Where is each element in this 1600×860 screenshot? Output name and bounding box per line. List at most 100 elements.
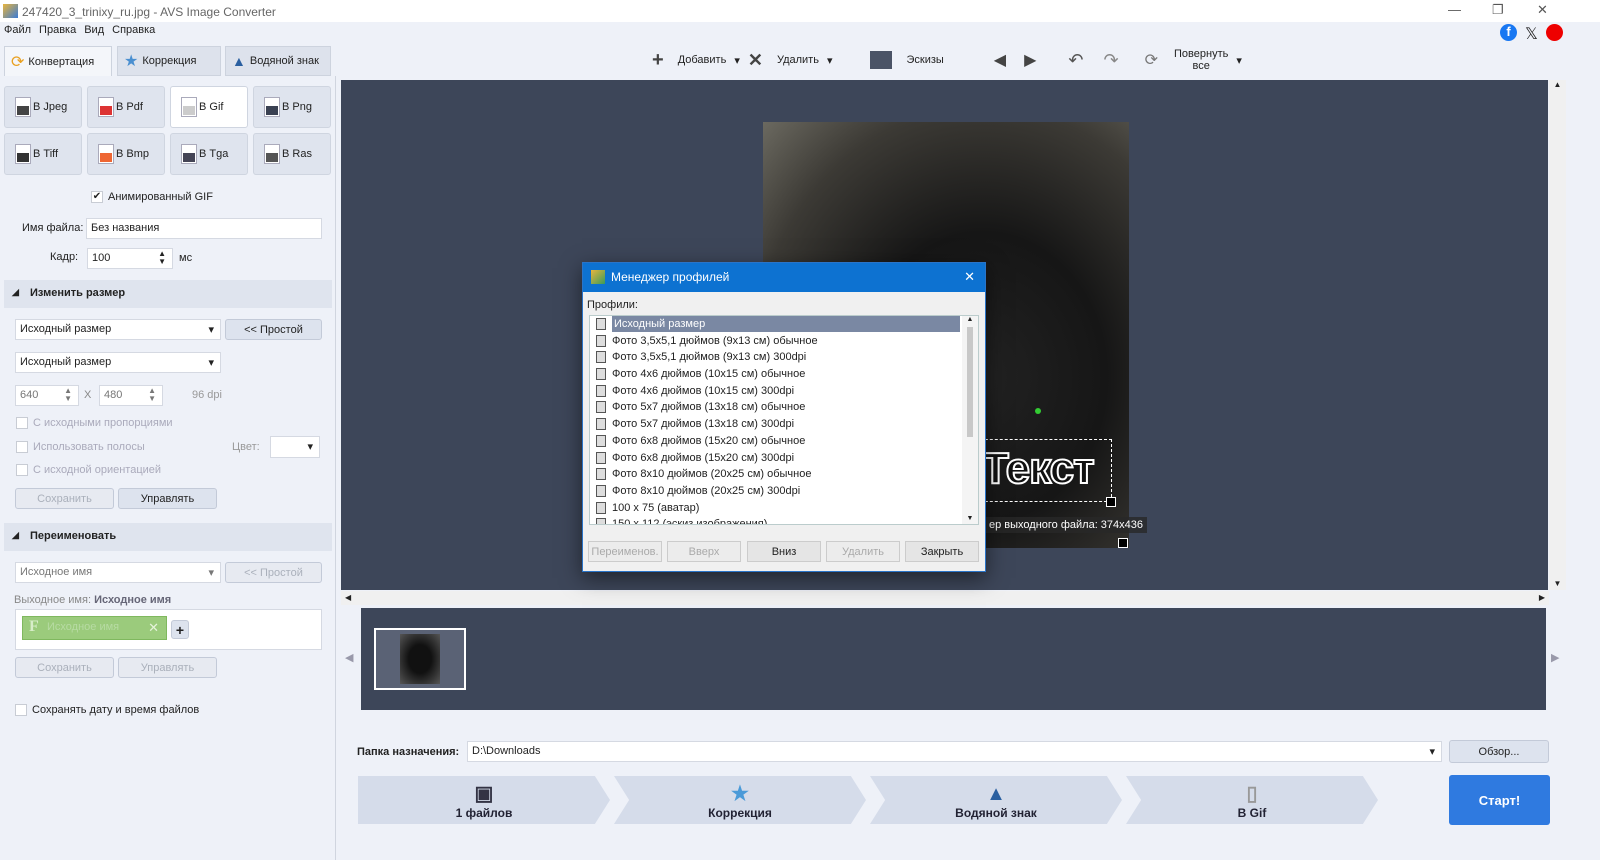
rotate-left-icon[interactable]: ↶ <box>1068 50 1083 71</box>
format-button[interactable]: В Tga <box>170 133 248 175</box>
filmstrip-right-arrow[interactable]: ▶ <box>1551 651 1559 664</box>
delete-icon[interactable]: ✕ <box>748 50 763 71</box>
list-item[interactable]: Фото 5x7 дюймов (13x18 см) обычное <box>590 399 978 416</box>
workflow-step[interactable]: ▲ Водяной знак <box>870 776 1122 824</box>
list-item[interactable]: Фото 6x8 дюймов (15x20 см) обычное <box>590 433 978 450</box>
add-token-button[interactable]: + <box>171 620 189 639</box>
dialog-button[interactable]: Вниз <box>747 541 821 562</box>
rename-manage-button[interactable]: Управлять <box>118 657 217 678</box>
resize-handle[interactable] <box>1106 497 1116 507</box>
list-item[interactable]: Фото 5x7 дюймов (13x18 см) 300dpi <box>590 416 978 433</box>
list-item[interactable]: Фото 4x6 дюймов (10x15 см) обычное <box>590 366 978 383</box>
width-input[interactable]: 640 ▲ ▼ <box>15 385 79 406</box>
rotate-right-icon[interactable]: ↷ <box>1104 50 1119 71</box>
format-button[interactable]: В Pdf <box>87 86 165 128</box>
rotate-all-icon[interactable]: ⟳ <box>1145 50 1158 70</box>
keep-proportions-checkbox[interactable] <box>16 417 28 429</box>
spinner-icon[interactable]: ▲ ▼ <box>148 387 156 403</box>
spinner-icon[interactable]: ▲ ▼ <box>158 250 166 266</box>
spinner-icon[interactable]: ▲ ▼ <box>64 387 72 403</box>
list-item[interactable]: Фото 4x6 дюймов (10x15 см) 300dpi <box>590 383 978 400</box>
list-item[interactable]: Фото 3,5x5,1 дюймов (9x13 см) обычное <box>590 333 978 350</box>
format-button[interactable]: В Gif <box>170 86 248 128</box>
rotate-all-button[interactable]: Повернуть все <box>1174 48 1228 72</box>
minimize-button[interactable]: — <box>1448 2 1461 17</box>
workflow-step[interactable]: ★ Коррекция <box>614 776 866 824</box>
height-input[interactable]: 480 ▲ ▼ <box>99 385 163 406</box>
tab-watermark[interactable]: ▲ Водяной знак <box>225 46 331 76</box>
menu-view[interactable]: Вид <box>84 24 104 36</box>
browse-button[interactable]: Обзор... <box>1449 740 1549 763</box>
horizontal-scrollbar[interactable]: ◀ ▶ <box>341 591 1549 605</box>
resize-simple-button[interactable]: << Простой <box>225 319 322 340</box>
use-bands-checkbox[interactable] <box>16 441 28 453</box>
format-button[interactable]: В Png <box>253 86 331 128</box>
format-button[interactable]: В Tiff <box>4 133 82 175</box>
list-item[interactable]: 100 x 75 (аватар) <box>590 500 978 517</box>
close-window-button[interactable]: ✕ <box>1537 2 1548 18</box>
format-button[interactable]: В Jpeg <box>4 86 82 128</box>
start-button[interactable]: Старт! <box>1449 775 1550 825</box>
rename-preset-select[interactable]: Исходное имя <box>15 562 221 583</box>
resize-section-header[interactable]: Изменить размер <box>4 280 332 308</box>
vertical-scrollbar[interactable]: ▲ ▼ <box>1549 80 1566 590</box>
frame-input[interactable]: 100 ▲ ▼ <box>87 248 173 269</box>
remove-token-icon[interactable]: ✕ <box>148 620 159 636</box>
x-icon[interactable]: 𝕏 <box>1523 24 1540 43</box>
chevron-down-icon[interactable]: ▾ <box>827 54 833 67</box>
format-button[interactable]: В Ras <box>253 133 331 175</box>
thumbnail[interactable] <box>374 628 466 690</box>
filmstrip-left-arrow[interactable]: ◀ <box>345 651 353 664</box>
workflow-step[interactable]: ▯ В Gif <box>1126 776 1378 824</box>
next-icon[interactable]: ▶ <box>1024 50 1036 70</box>
chevron-down-icon[interactable]: ▾ <box>734 54 740 67</box>
dialog-icon <box>591 270 605 284</box>
resize-handle[interactable] <box>1118 538 1128 548</box>
list-item[interactable]: Фото 3,5x5,1 дюймов (9x13 см) 300dpi <box>590 349 978 366</box>
thumbnails-icon[interactable] <box>870 51 893 69</box>
add-button[interactable]: Добавить <box>678 54 727 66</box>
dpi-label: 96 dpi <box>192 389 222 401</box>
list-item[interactable]: Исходный размер <box>590 316 978 333</box>
destination-select[interactable]: D:\Downloads <box>467 741 1442 762</box>
dialog-button[interactable]: Закрыть <box>905 541 979 562</box>
keep-orientation-checkbox[interactable] <box>16 464 28 476</box>
add-icon[interactable]: + <box>652 49 664 72</box>
menu-help[interactable]: Справка <box>112 24 155 36</box>
menu-file[interactable]: Файл <box>4 24 31 36</box>
facebook-icon[interactable]: f <box>1500 24 1517 41</box>
dialog-button[interactable]: Переименов. <box>588 541 662 562</box>
resize-manage-button[interactable]: Управлять <box>118 488 217 509</box>
filename-input[interactable]: Без названия <box>86 218 322 239</box>
prev-icon[interactable]: ◀ <box>994 50 1006 70</box>
list-item[interactable]: Фото 6x8 дюймов (15x20 см) 300dpi <box>590 450 978 467</box>
delete-button[interactable]: Удалить <box>777 54 819 66</box>
dialog-button[interactable]: Вверх <box>667 541 741 562</box>
rename-section-header[interactable]: Переименовать <box>4 523 332 551</box>
color-select[interactable] <box>270 436 320 458</box>
resize-size-select[interactable]: Исходный размер <box>15 352 221 373</box>
rotate-handle[interactable] <box>1035 408 1041 414</box>
keep-date-checkbox[interactable] <box>15 704 27 716</box>
tab-conversion[interactable]: ⟳ Конвертация <box>4 46 112 76</box>
resize-save-button[interactable]: Сохранить <box>15 488 114 509</box>
rename-simple-button[interactable]: << Простой <box>225 562 322 583</box>
list-item[interactable]: Фото 8x10 дюймов (20x25 см) 300dpi <box>590 483 978 500</box>
list-item[interactable]: 150 x 112 (эскиз изображения) <box>590 516 978 524</box>
list-item[interactable]: Фото 8x10 дюймов (20x25 см) обычное <box>590 466 978 483</box>
name-token[interactable]: F Исходное имя ✕ <box>22 616 167 640</box>
rename-save-button[interactable]: Сохранить <box>15 657 114 678</box>
chevron-down-icon[interactable]: ▾ <box>1236 54 1242 67</box>
format-button[interactable]: В Bmp <box>87 133 165 175</box>
lock-icon <box>596 384 606 397</box>
tab-correction[interactable]: ★ Коррекция <box>117 46 221 76</box>
resize-preset-select[interactable]: Исходный размер <box>15 319 221 340</box>
workflow-step[interactable]: ▣ 1 файлов <box>358 776 610 824</box>
restore-button[interactable]: ❐ <box>1492 2 1504 18</box>
thumbnails-button[interactable]: Эскизы <box>906 54 943 66</box>
menu-edit[interactable]: Правка <box>39 24 76 36</box>
dialog-button[interactable]: Удалить <box>826 541 900 562</box>
youtube-icon[interactable] <box>1546 24 1563 41</box>
animated-gif-checkbox[interactable]: ✔ <box>91 191 103 203</box>
dialog-close-button[interactable]: ✕ <box>964 269 975 285</box>
